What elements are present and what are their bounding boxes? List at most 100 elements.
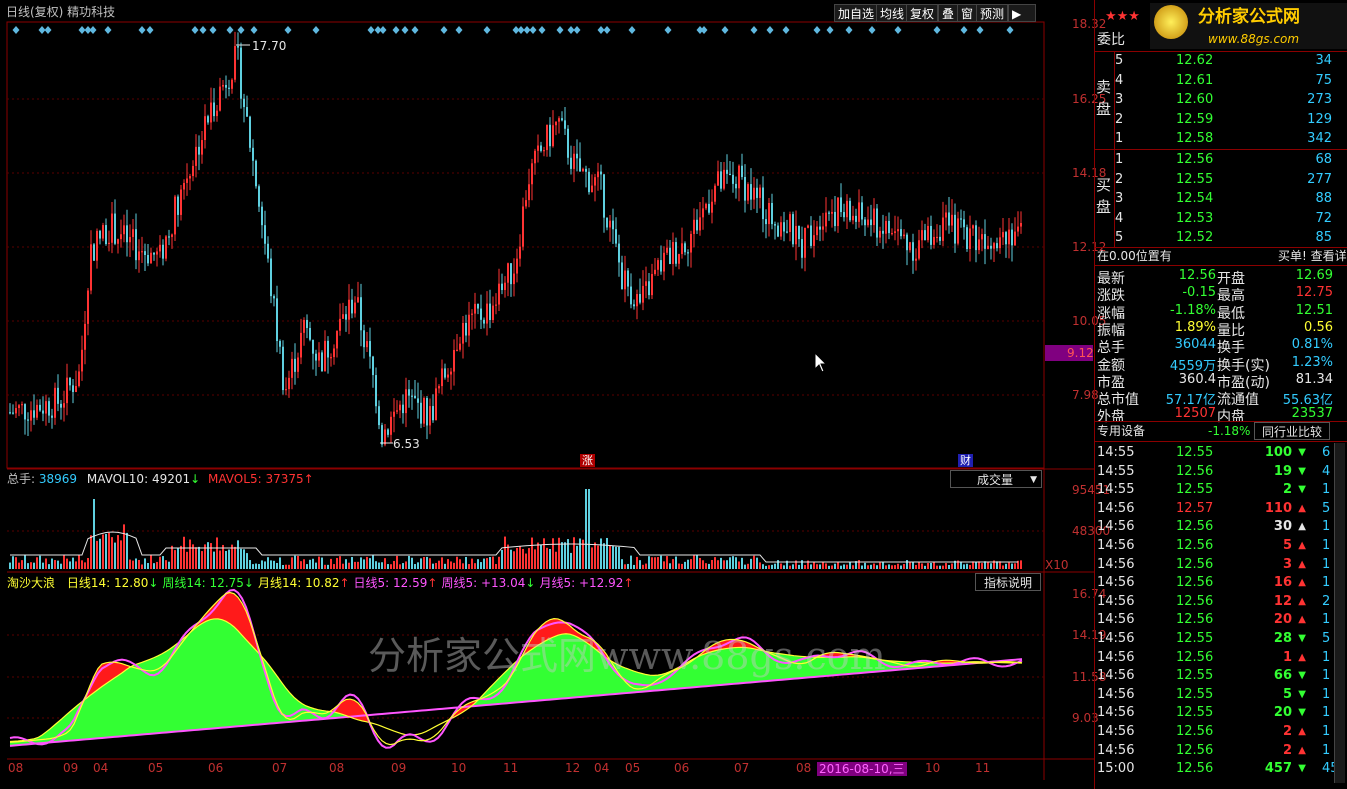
x-axis-label: 07 [734,761,750,775]
indicator-legend-label: 周线14: [162,576,210,590]
volume-bar [147,562,149,569]
sell-level-number: 4 [1115,72,1124,88]
volume-bar [726,560,728,569]
candle-body [462,322,464,344]
tick-row: 14:56 12.56 16 ▲ 1 [1094,573,1334,592]
signal-diamond-icon [567,26,575,34]
candle-body [219,86,221,111]
candle-body [9,412,11,414]
volume-bar [609,545,611,569]
signal-diamond-icon [483,26,491,34]
adjust-price-button[interactable]: 复权 [906,4,939,22]
tick-count: 1 [1322,482,1331,498]
candle-body [1017,226,1019,232]
volume-bar [858,560,860,569]
volume-bar [81,560,83,569]
volume-bar [135,558,137,569]
tick-time: 14:55 [1097,445,1135,460]
indicator-explain-button[interactable]: 指标说明 [975,573,1041,591]
buy-level-row[interactable]: 4 12.53 72 [1094,209,1347,228]
forecast-button[interactable]: 预测 [976,4,1009,22]
buy-level-price: 12.54 [1176,191,1214,206]
sell-level-row[interactable]: 2 12.59 129 [1094,110,1347,129]
candle-body [687,252,689,254]
signal-diamond-icon [517,26,525,34]
tick-price: 12.55 [1176,668,1214,684]
committee-ratio-label: 委比 [1097,32,1125,48]
sell-level-row[interactable]: 3 12.60 273 [1094,90,1347,109]
candle-body [516,258,518,274]
tick-row: 14:55 12.55 2 ▼ 1 [1094,480,1334,499]
sell-level-row[interactable]: 1 12.58 342 [1094,129,1347,148]
candle-body [561,118,563,121]
buy-level-row[interactable]: 1 12.56 68 [1094,150,1347,169]
signal-diamond-icon [868,26,876,34]
volume-bar [903,564,905,569]
candle-body [924,230,926,241]
sell-level-row[interactable]: 4 12.61 75 [1094,71,1347,90]
overlay-button[interactable]: 叠 [938,4,959,22]
volume-bar [774,563,776,569]
signal-diamond-icon [78,26,86,34]
buy-level-volume: 72 [1315,210,1332,226]
indicator-dropdown[interactable]: 成交量 ▼ [950,470,1042,488]
chart-area[interactable]: 日线(复权) 精功科技 加自选 均线 复权 叠 窗 预测 ▶ 18.32 16.… [0,0,1110,789]
candle-body [648,281,650,296]
candle-body [246,107,248,117]
volume-bar [924,565,926,569]
volume-bar [879,562,881,569]
signal-diamond-icon [440,26,448,34]
moving-average-button[interactable]: 均线 [876,4,909,22]
quote-field-value: 360.4 [1178,371,1216,387]
tick-time: 14:56 [1097,519,1135,535]
candle-body [237,46,239,48]
candle-body [189,176,191,179]
add-favorite-button[interactable]: 加自选 [834,4,879,22]
signal-diamond-icon [529,26,537,34]
candle-body [609,220,611,228]
buy-order-detail-link[interactable]: 买单! 查看详细 [1278,250,1347,262]
candle-body [810,225,812,246]
buy-level-row[interactable]: 3 12.54 88 [1094,189,1347,208]
tick-scrollbar[interactable] [1334,443,1345,783]
finance-badge[interactable]: 财 [958,454,973,467]
volume-bar [420,558,422,569]
volume-bar [513,551,515,569]
volume-bar [132,560,134,569]
tick-volume: 1 [1282,649,1292,665]
volume-bar [387,564,389,569]
candle-body [486,303,488,324]
mavol5-value: 37375 [265,472,304,486]
industry-name[interactable]: 专用设备 [1097,425,1145,437]
volume-bar [717,560,719,569]
volume-bar [948,565,950,569]
tick-row: 15:00 12.56 457 ▼ 45 [1094,759,1339,778]
volume-bar [141,564,143,569]
volume-bar [414,564,416,569]
tick-time: 14:56 [1097,742,1135,758]
volume-bar [84,562,86,569]
volume-bar [198,546,200,569]
play-arrow-icon[interactable]: ▶ [1008,4,1036,22]
volume-bar [510,549,512,569]
tick-row: 14:55 12.56 19 ▼ 4 [1094,462,1334,481]
buy-level-row[interactable]: 5 12.52 85 [1094,228,1347,247]
volume-bar [75,561,77,569]
industry-compare-button[interactable]: 同行业比较 [1254,422,1330,440]
candle-body [852,215,854,221]
candle-body [471,313,473,315]
candle-body [420,402,422,424]
buy-level-volume: 85 [1315,230,1332,245]
sell-level-row[interactable]: 5 12.62 34 [1094,51,1347,70]
volume-bar [780,563,782,569]
window-button[interactable]: 窗 [957,4,978,22]
tick-time: 14:56 [1097,612,1135,628]
limit-up-badge[interactable]: 涨 [580,454,595,467]
volume-bar [117,535,119,569]
volume-bar [576,545,578,569]
signal-diamond-icon [750,26,758,34]
candle-body [834,211,836,227]
volume-bar [462,563,464,569]
buy-level-row[interactable]: 2 12.55 277 [1094,170,1347,189]
volume-bar [228,549,230,569]
